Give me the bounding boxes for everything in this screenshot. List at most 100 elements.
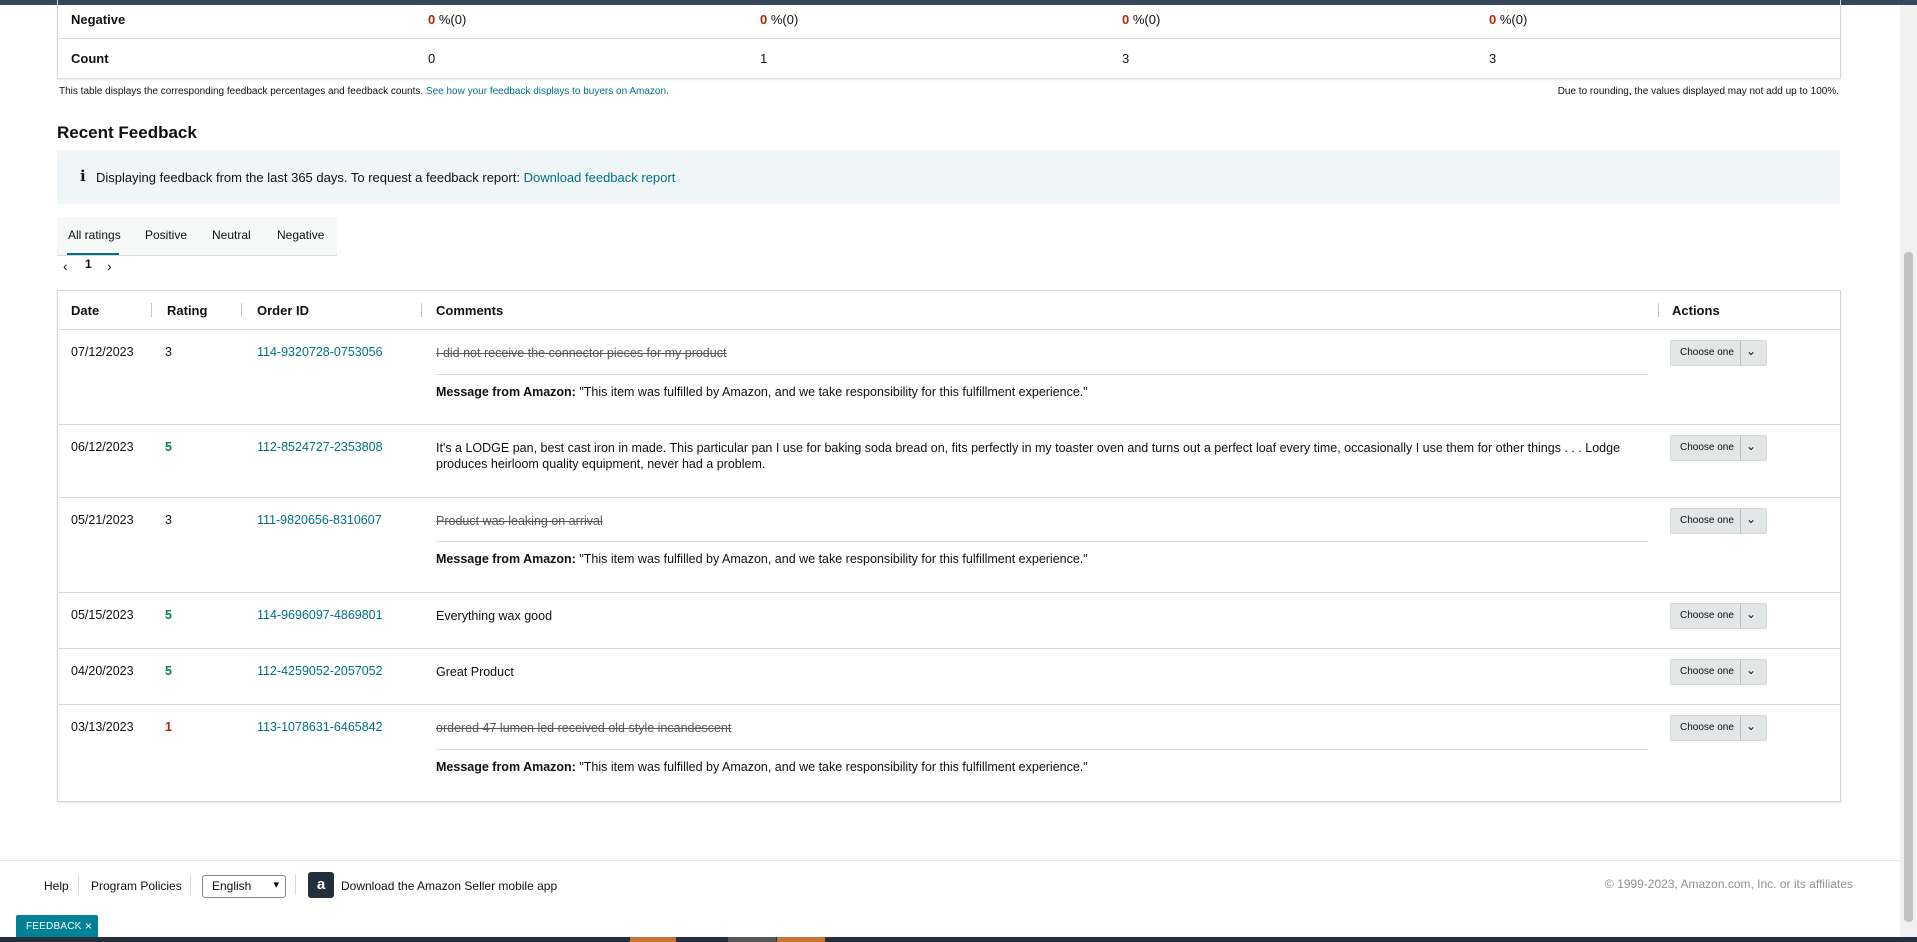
row-rating: 3 (165, 513, 172, 527)
summary-row-count: Count 0 1 3 3 (58, 39, 1840, 77)
summary-cell: 3 (1489, 51, 1497, 66)
row-order-link[interactable]: 114-9320728-0753056 (257, 345, 383, 359)
summary-row-negative: Negative 0 %(0) 0 %(0) 0 %(0) 0 %(0) (58, 0, 1840, 39)
chevron-down-icon: ⌄ (1746, 512, 1757, 526)
feedback-summary-table: Negative 0 %(0) 0 %(0) 0 %(0) 0 %(0) Cou… (57, 0, 1841, 79)
recent-feedback-table: Date Rating Order ID Comments Actions 07… (57, 290, 1841, 802)
page-number[interactable]: 1 (85, 257, 92, 271)
row-date: 05/15/2023 (71, 608, 134, 622)
choose-action-dropdown[interactable]: Choose one ⌄ (1670, 435, 1767, 461)
summary-cell: 0 %(0) (1122, 12, 1161, 27)
header-actions: Actions (1672, 303, 1720, 318)
prev-page-icon[interactable]: ‹ (63, 258, 68, 274)
column-divider (421, 303, 422, 317)
row-order-link[interactable]: 113-1078631-6465842 (257, 720, 383, 734)
row-comment: Great Product (436, 665, 514, 679)
summary-cell: 1 (760, 51, 768, 66)
table-row: 04/20/2023 5 112-4259052-2057052 Great P… (58, 648, 1840, 705)
summary-row-label: Count (71, 51, 109, 66)
header-order-id[interactable]: Order ID (257, 303, 309, 318)
chevron-down-icon: ⌄ (1746, 663, 1757, 677)
row-rating: 3 (165, 345, 172, 359)
row-date: 05/21/2023 (71, 513, 134, 527)
row-rating: 5 (165, 664, 172, 678)
amazon-seller-app-icon[interactable]: a (308, 872, 334, 898)
summary-cell: 0 (428, 51, 436, 66)
amazon-message: Message from Amazon: "This item was fulf… (436, 541, 1648, 566)
footer-help-link[interactable]: Help (44, 879, 69, 893)
choose-action-dropdown[interactable]: Choose one ⌄ (1670, 508, 1767, 534)
vertical-scrollbar[interactable] (1900, 5, 1917, 937)
scrollbar-thumb[interactable] (1904, 252, 1913, 922)
table-row: 05/21/2023 3 111-9820656-8310607 Product… (58, 497, 1840, 593)
feedback-button[interactable]: FEEDBACK × (16, 915, 98, 937)
tab-all-ratings[interactable]: All ratings (68, 228, 121, 242)
footer-divider (0, 860, 1900, 861)
table-row: 07/12/2023 3 114-9320728-0753056 I did n… (58, 329, 1840, 425)
summary-note: This table displays the corresponding fe… (59, 86, 669, 97)
row-comment: Product was leaking on arrival (436, 514, 603, 528)
tab-neutral[interactable]: Neutral (212, 228, 251, 242)
info-banner: i Displaying feedback from the last 365 … (57, 150, 1840, 204)
row-comment: I did not receive the connector pieces f… (436, 346, 727, 360)
column-divider (151, 303, 152, 317)
footer-separator (78, 875, 79, 895)
row-order-link[interactable]: 111-9820656-8310607 (257, 513, 382, 527)
info-message: Displaying feedback from the last 365 da… (96, 170, 676, 185)
feedback-display-link[interactable]: See how your feedback displays to buyers… (426, 86, 669, 97)
info-icon: i (80, 167, 86, 185)
row-comment: ordered 47 lumen led received old style … (436, 721, 732, 735)
summary-row-label: Negative (71, 12, 126, 27)
recent-feedback-title: Recent Feedback (57, 123, 197, 142)
active-tab-indicator (67, 253, 119, 255)
row-rating: 1 (165, 720, 172, 734)
tab-positive[interactable]: Positive (145, 228, 187, 242)
row-rating: 5 (165, 440, 172, 454)
footer-separator (295, 875, 296, 895)
row-order-link[interactable]: 112-4259052-2057052 (257, 664, 383, 678)
summary-cell: 0 %(0) (1489, 12, 1528, 27)
tab-negative[interactable]: Negative (277, 228, 324, 242)
header-comments[interactable]: Comments (436, 303, 503, 318)
choose-action-dropdown[interactable]: Choose one ⌄ (1670, 715, 1767, 741)
chevron-down-icon: ⌄ (1746, 439, 1757, 453)
row-date: 04/20/2023 (71, 664, 134, 678)
taskbar-strip (0, 937, 1917, 942)
row-rating: 5 (165, 608, 172, 622)
footer-separator (190, 875, 191, 895)
rounding-note: Due to rounding, the values displayed ma… (1557, 86, 1839, 97)
choose-action-dropdown[interactable]: Choose one ⌄ (1670, 659, 1767, 685)
chevron-down-icon: ⌄ (1746, 607, 1757, 621)
choose-action-dropdown[interactable]: Choose one ⌄ (1670, 603, 1767, 629)
footer-program-policies-link[interactable]: Program Policies (91, 879, 182, 893)
column-divider (1658, 303, 1659, 317)
row-date: 03/13/2023 (71, 720, 134, 734)
row-date: 07/12/2023 (71, 345, 134, 359)
seller-app-link[interactable]: Download the Amazon Seller mobile app (341, 879, 557, 893)
language-select[interactable]: English ▾ (202, 875, 286, 898)
column-divider (241, 303, 242, 317)
download-report-link[interactable]: Download feedback report (524, 170, 676, 185)
summary-cell: 0 %(0) (428, 12, 467, 27)
row-comment: It's a LODGE pan, best cast iron in made… (436, 441, 1621, 471)
row-date: 06/12/2023 (71, 440, 134, 454)
amazon-message: Message from Amazon: "This item was fulf… (436, 749, 1648, 774)
rating-tabs: All ratings Positive Neutral Negative (57, 217, 337, 256)
header-date[interactable]: Date (71, 303, 99, 318)
amazon-message: Message from Amazon: "This item was fulf… (436, 374, 1648, 399)
summary-cell: 3 (1122, 51, 1130, 66)
row-order-link[interactable]: 114-9696097-4869801 (257, 608, 383, 622)
header-rating[interactable]: Rating (167, 303, 207, 318)
table-row: 06/12/2023 5 112-8524727-2353808 It's a … (58, 424, 1840, 498)
table-row: 03/13/2023 1 113-1078631-6465842 ordered… (58, 704, 1840, 801)
chevron-down-icon: ▾ (273, 879, 279, 891)
next-page-icon[interactable]: › (107, 258, 112, 274)
close-icon[interactable]: × (85, 919, 92, 933)
summary-cell: 0 %(0) (760, 12, 799, 27)
row-comment: Everything wax good (436, 609, 553, 623)
copyright: © 1999-2023, Amazon.com, Inc. or its aff… (1604, 877, 1853, 891)
choose-action-dropdown[interactable]: Choose one ⌄ (1670, 340, 1767, 366)
chevron-down-icon: ⌄ (1746, 344, 1757, 358)
table-row: 05/15/2023 5 114-9696097-4869801 Everyth… (58, 592, 1840, 649)
row-order-link[interactable]: 112-8524727-2353808 (257, 440, 383, 454)
